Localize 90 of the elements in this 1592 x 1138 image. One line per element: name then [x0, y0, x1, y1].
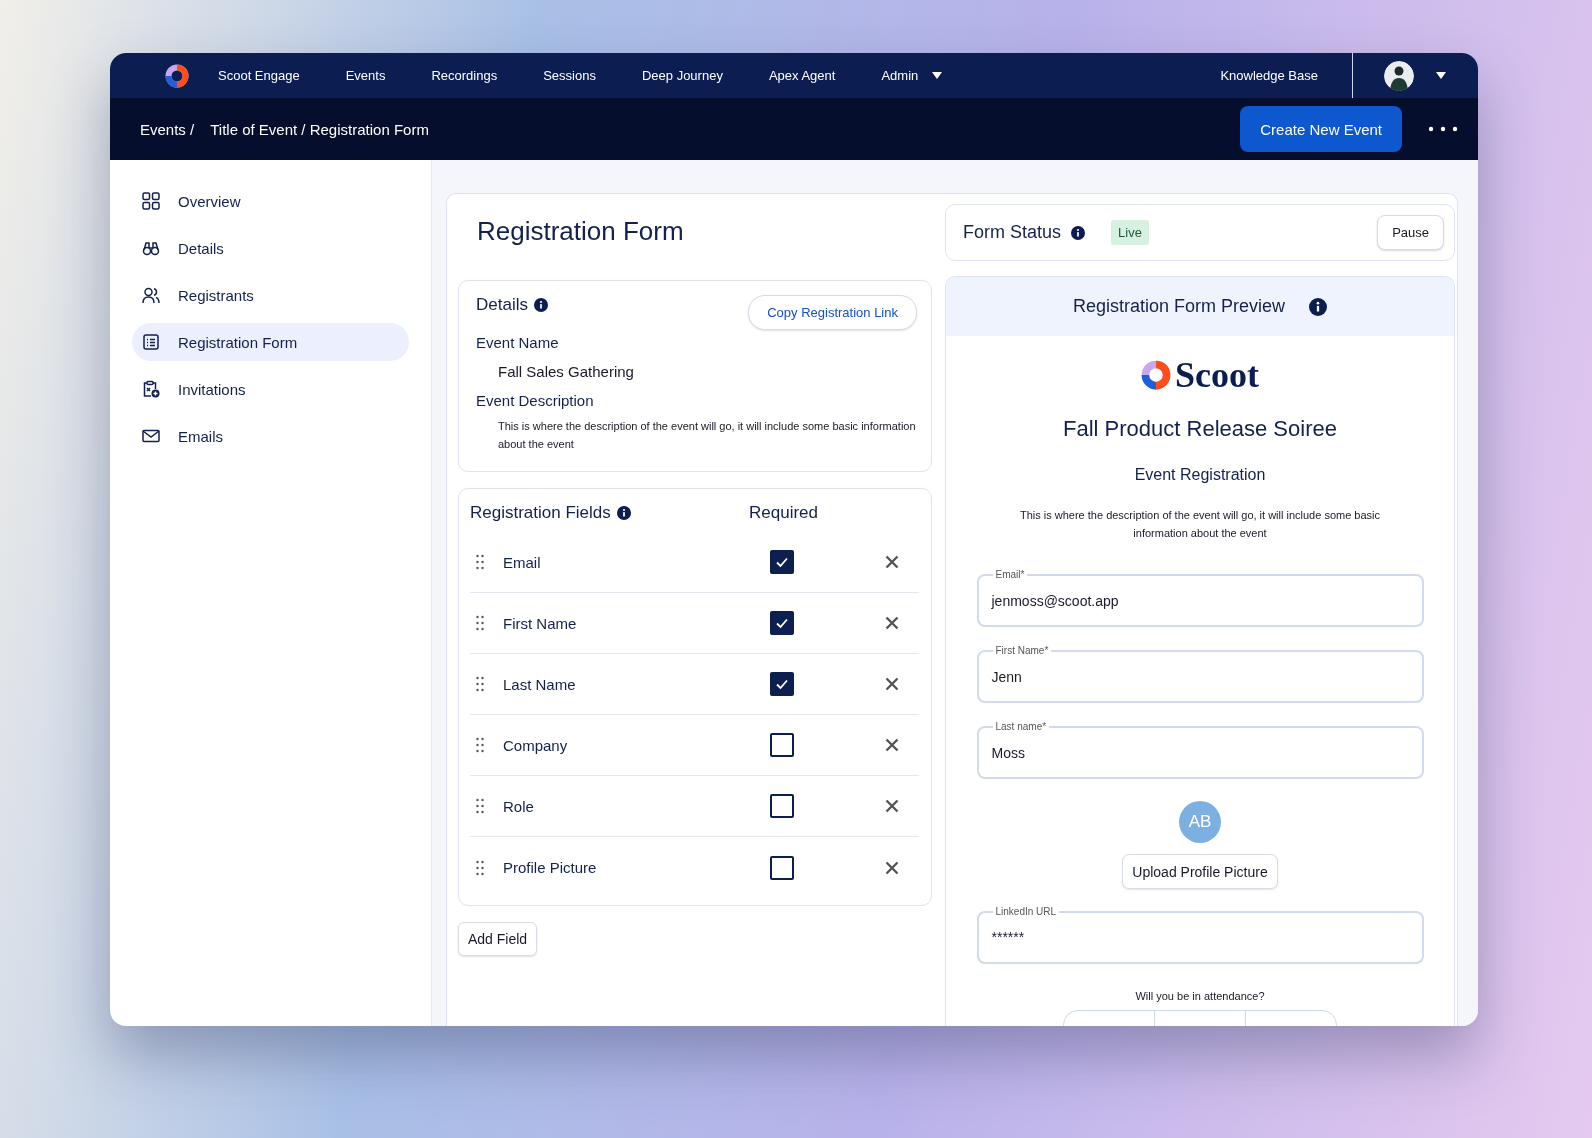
- caret-icon[interactable]: [1436, 72, 1446, 79]
- nav-link[interactable]: Knowledge Base: [1220, 68, 1318, 83]
- logo-icon[interactable]: [165, 63, 189, 88]
- info-icon[interactable]: [1071, 225, 1086, 240]
- field-name: Role: [503, 797, 535, 815]
- field-value: ******: [991, 929, 1025, 945]
- column-heading: Required: [749, 503, 818, 523]
- more-icon[interactable]: [1428, 126, 1458, 132]
- sidebar-item[interactable]: Registration Form: [132, 323, 409, 361]
- sidebar-item-label[interactable]: Overview: [178, 192, 241, 210]
- field-name: Company: [503, 736, 569, 754]
- close-icon[interactable]: [885, 799, 899, 813]
- logo-icon: [1141, 360, 1171, 390]
- field-label: Email*: [992, 568, 1028, 581]
- nav-link[interactable]: Sessions: [543, 68, 596, 83]
- grid-icon: [142, 192, 160, 210]
- close-icon[interactable]: [885, 616, 899, 630]
- page-title: Registration Form: [477, 216, 685, 248]
- breadcrumb-link[interactable]: Events /: [140, 120, 195, 138]
- field-label: Event Description: [476, 392, 595, 409]
- form-icon: [142, 333, 160, 351]
- sidebar-item[interactable]: Invitations: [132, 370, 409, 408]
- nav-link[interactable]: Recordings: [431, 68, 498, 83]
- add-field-button[interactable]: Add Field: [458, 922, 538, 956]
- close-icon[interactable]: [885, 738, 899, 752]
- avatar-icon[interactable]: [1384, 60, 1414, 91]
- sidebar-item[interactable]: Registrants: [132, 276, 409, 314]
- drag-handle-icon[interactable]: [476, 676, 484, 692]
- nav-link[interactable]: Apex Agent: [768, 68, 836, 83]
- nav-link[interactable]: Scoot Engage: [218, 68, 300, 83]
- field-value: Fall Sales Gathering: [498, 363, 635, 380]
- section-title: Registration Form Preview: [1072, 296, 1286, 317]
- form-subtitle: Event Registration: [1134, 466, 1266, 484]
- section-title: Form Status: [963, 222, 1062, 243]
- info-icon[interactable]: [1309, 297, 1328, 316]
- required-checkbox[interactable]: [770, 733, 794, 757]
- drag-handle-icon[interactable]: [476, 798, 484, 814]
- field-label: First Name*: [992, 644, 1052, 657]
- field-value: Jenn: [991, 668, 1022, 685]
- field-value: Moss: [991, 744, 1025, 761]
- nav-link[interactable]: Admin: [881, 68, 919, 83]
- required-checkbox[interactable]: [770, 855, 794, 880]
- copy-link-button[interactable]: Copy Registration Link: [748, 295, 917, 330]
- binoculars-icon: [142, 239, 160, 257]
- sidebar-item[interactable]: Overview: [132, 182, 409, 220]
- sidebar-item-label[interactable]: Emails: [178, 427, 223, 445]
- field-name: First Name: [503, 614, 578, 632]
- description-text: This is where the description of the event will go, it will include some basic information about the event: [498, 419, 917, 452]
- caret-icon[interactable]: [932, 72, 943, 79]
- clipboard-plus-icon: [142, 380, 160, 398]
- close-icon[interactable]: [885, 555, 899, 569]
- field-label: Last name*: [992, 720, 1050, 733]
- required-checkbox[interactable]: [770, 794, 794, 818]
- sidebar-item-label[interactable]: Registration Form: [178, 333, 298, 351]
- nav-link[interactable]: Deep Journey: [641, 68, 723, 83]
- drag-handle-icon[interactable]: [476, 859, 484, 876]
- field-label: LinkedIn URL: [992, 905, 1060, 918]
- create-event-button[interactable]: Create New Event: [1240, 106, 1402, 152]
- sidebar-item[interactable]: Details: [132, 229, 409, 267]
- sidebar-item-label[interactable]: Invitations: [178, 380, 246, 398]
- drag-handle-icon[interactable]: [476, 737, 484, 753]
- info-icon[interactable]: [616, 506, 631, 520]
- event-title: Fall Product Release Soiree: [1063, 416, 1337, 442]
- section-title: Registration Fields: [470, 503, 611, 523]
- close-icon[interactable]: [885, 860, 899, 875]
- sidebar-item-label[interactable]: Registrants: [178, 286, 254, 304]
- field-value: jenmoss@scoot.app: [991, 592, 1119, 609]
- status-badge: Live: [1111, 220, 1149, 245]
- sidebar-item[interactable]: Emails: [132, 417, 409, 455]
- drag-handle-icon[interactable]: [476, 554, 484, 570]
- field-name: Last Name: [503, 675, 577, 693]
- nav-link[interactable]: Events: [345, 68, 386, 83]
- field-label: Event Name: [476, 334, 560, 351]
- info-icon[interactable]: [533, 298, 548, 312]
- brand-name: Scoot: [1175, 354, 1259, 396]
- people-icon: [142, 286, 160, 304]
- section-title: Details: [476, 295, 528, 315]
- mail-icon: [142, 427, 160, 445]
- upload-button[interactable]: Upload Profile Picture: [1122, 854, 1278, 889]
- field-name: Email: [503, 553, 542, 571]
- admin-menu[interactable]: Admin: [881, 68, 943, 83]
- description-text: This is where the description of the event will go, it will include some basic information about the event: [1018, 508, 1382, 541]
- field-name: Profile Picture: [503, 859, 598, 876]
- pause-button[interactable]: Pause: [1377, 215, 1444, 250]
- close-icon[interactable]: [885, 677, 899, 691]
- breadcrumb-text: Title of Event / Registration Form: [210, 120, 429, 138]
- initials-avatar: AB: [1179, 801, 1221, 843]
- drag-handle-icon[interactable]: [476, 615, 484, 631]
- question-text: Will you be in attendance?: [1135, 990, 1265, 1002]
- sidebar-item-label[interactable]: Details: [178, 239, 224, 257]
